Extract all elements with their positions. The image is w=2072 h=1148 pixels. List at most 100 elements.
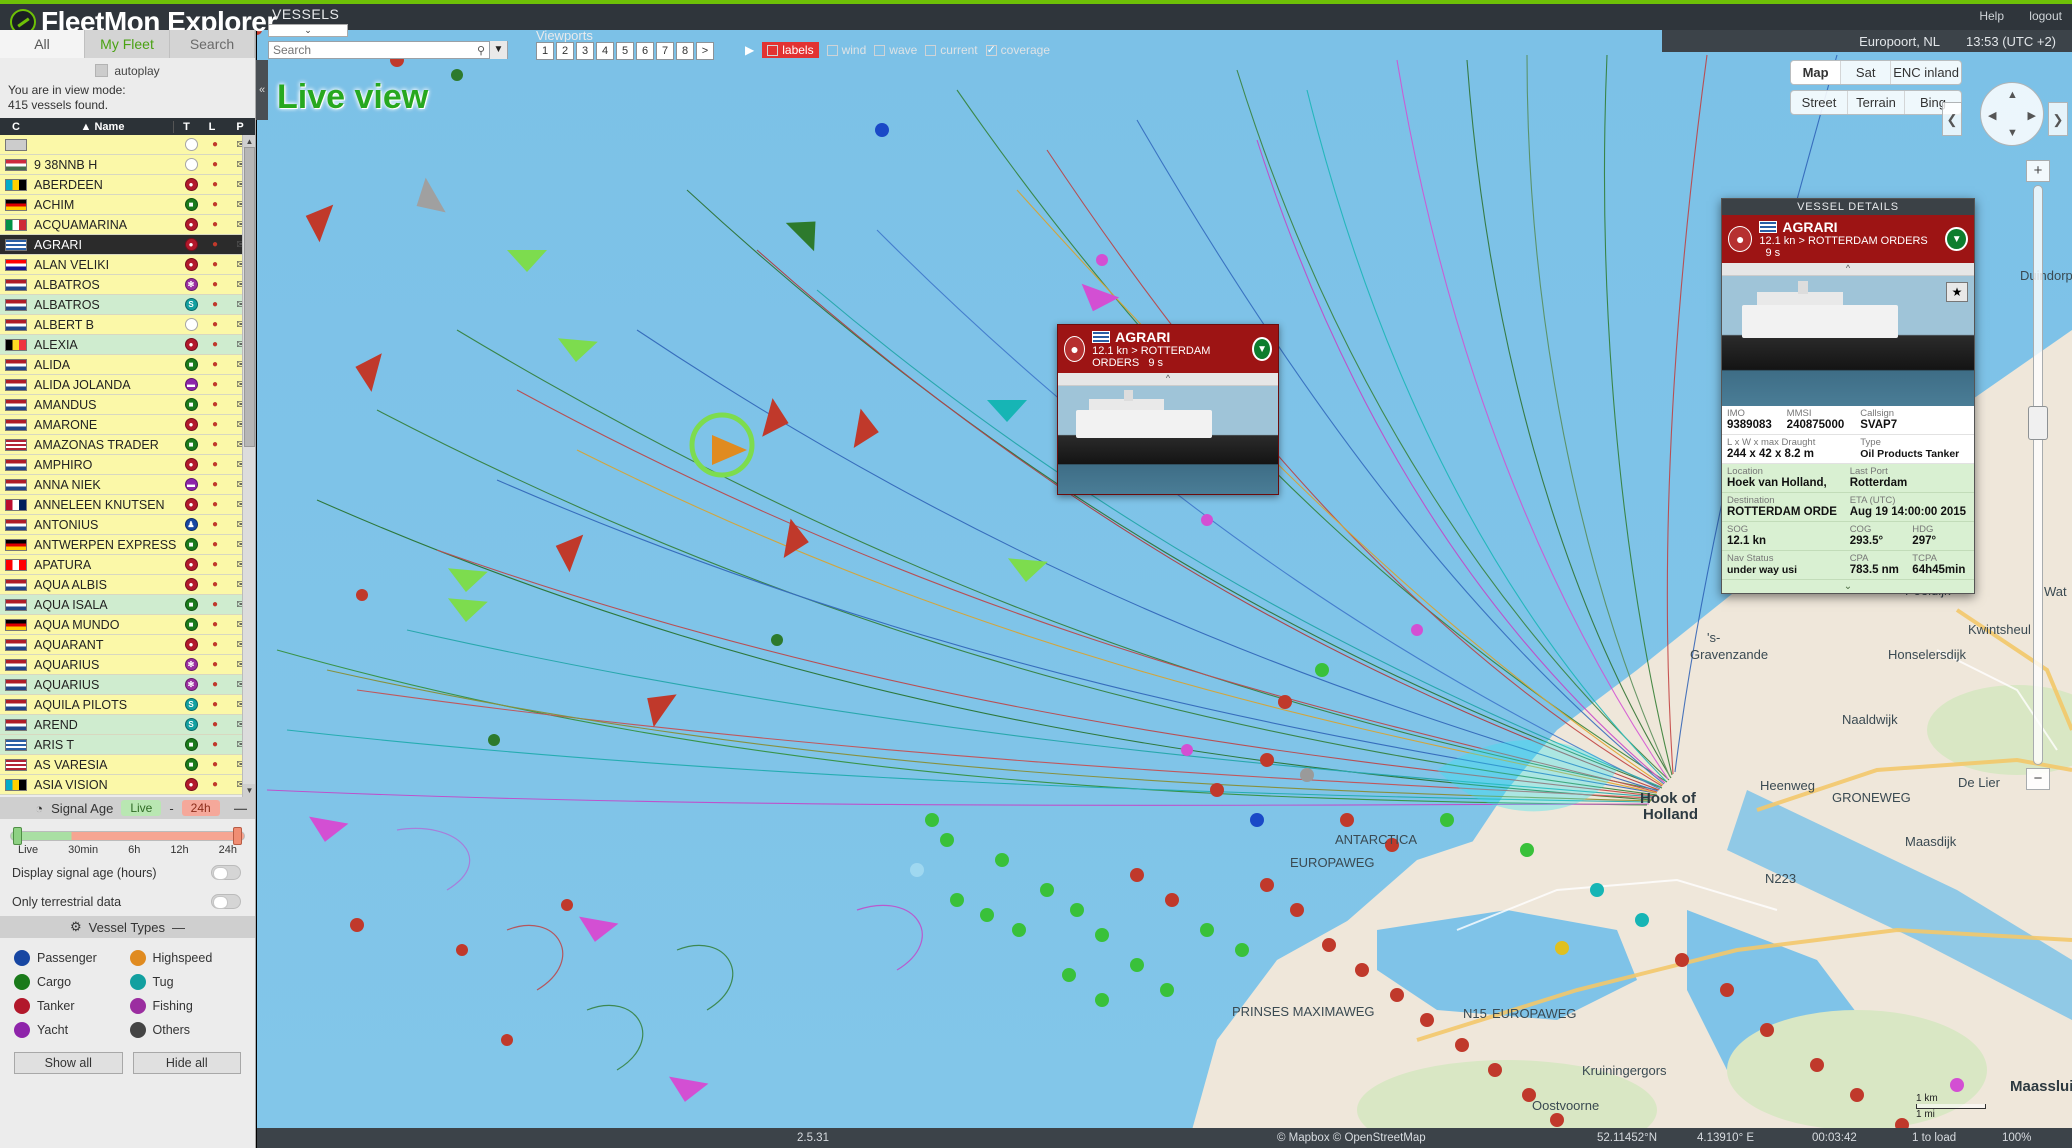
- vessel-list-header[interactable]: C ▲ Name T L P: [0, 118, 255, 135]
- vessel-type-fishing[interactable]: Fishing: [129, 998, 242, 1014]
- vessel-type-icon[interactable]: ■: [179, 398, 203, 411]
- vessel-list-row[interactable]: AS VARESIA ■ ● ✉: [0, 755, 255, 775]
- toggle-display-signal-age[interactable]: Display signal age (hours): [0, 858, 255, 887]
- vessel-list-row[interactable]: AQUARIUS ✻ ● ✉: [0, 655, 255, 675]
- map-mode-switcher[interactable]: Map Sat ENC inland Street Terrain Bing: [1790, 60, 1962, 120]
- checkbox-icon[interactable]: [925, 44, 937, 56]
- toggle-only-terrestrial[interactable]: Only terrestrial data: [0, 887, 255, 916]
- layer-toggle-wind[interactable]: wind: [826, 43, 866, 57]
- vessel-link-icon[interactable]: ●: [203, 299, 227, 310]
- signal-age-to[interactable]: 24h: [181, 800, 220, 816]
- vessel-type-icon[interactable]: ✻: [179, 658, 203, 671]
- vessel-type-icon[interactable]: ✻: [179, 278, 203, 291]
- vessel-type-icon[interactable]: [179, 158, 203, 171]
- vessel-link-icon[interactable]: ●: [203, 499, 227, 510]
- vessel-link-icon[interactable]: ●: [203, 579, 227, 590]
- column-header-l[interactable]: L: [199, 121, 225, 133]
- zoom-control[interactable]: + −: [2026, 160, 2050, 790]
- vessel-list-row[interactable]: AMPHIRO ● ● ✉: [0, 455, 255, 475]
- vessel-type-others[interactable]: Others: [129, 1022, 242, 1038]
- viewport-button-1[interactable]: 1: [536, 42, 554, 60]
- vessel-type-highspeed[interactable]: Highspeed: [129, 950, 242, 966]
- vessel-details-expand-toggle[interactable]: ⌄: [1722, 580, 1974, 593]
- vessel-list[interactable]: ● ✉ 9 38NNB H ● ✉ ABERDEEN ● ● ✉ ACHIM ■ ● ✉ ACQUAMAR…: [0, 135, 255, 797]
- vessel-type-icon[interactable]: ●: [179, 178, 203, 191]
- vessel-list-row[interactable]: AQUA ALBIS ● ● ✉: [0, 575, 255, 595]
- vessel-details-collapse-toggle[interactable]: ^: [1722, 263, 1974, 276]
- vessel-link-icon[interactable]: ●: [203, 759, 227, 770]
- vessel-link-icon[interactable]: ●: [203, 139, 227, 150]
- vessel-list-row[interactable]: ANNA NIEK ▬ ● ✉: [0, 475, 255, 495]
- vessel-type-icon[interactable]: S: [179, 698, 203, 711]
- vessel-link-icon[interactable]: ●: [203, 319, 227, 330]
- vessel-link-icon[interactable]: ●: [203, 779, 227, 790]
- tab-search[interactable]: Search: [170, 30, 255, 58]
- map-mode-street[interactable]: Street: [1791, 91, 1848, 114]
- vessel-list-row[interactable]: ACHIM ■ ● ✉: [0, 195, 255, 215]
- vessel-link-icon[interactable]: ●: [203, 339, 227, 350]
- vessel-type-icon[interactable]: ●: [179, 258, 203, 271]
- vessel-link-icon[interactable]: ●: [203, 239, 227, 250]
- vessel-link-icon[interactable]: ●: [203, 659, 227, 670]
- pan-right-button[interactable]: ❯: [2048, 102, 2068, 136]
- vessel-link-icon[interactable]: ●: [203, 699, 227, 710]
- viewport-button->[interactable]: >: [696, 42, 714, 60]
- vessel-type-icon[interactable]: ●: [179, 638, 203, 651]
- autoplay-row[interactable]: autoplay: [0, 58, 255, 80]
- map-layer-toggles[interactable]: ▶ labels wind wave current coverage: [745, 42, 1050, 58]
- vessel-type-tanker[interactable]: Tanker: [14, 998, 126, 1014]
- vessel-type-icon[interactable]: ●: [179, 238, 203, 251]
- vessel-list-row[interactable]: ANTWERPEN EXPRESS ■ ● ✉: [0, 535, 255, 555]
- vessel-list-row[interactable]: ANTONIUS ♟ ● ✉: [0, 515, 255, 535]
- callout-close-button[interactable]: ▼: [1252, 337, 1272, 361]
- layer-toggle-wave[interactable]: wave: [874, 43, 917, 57]
- map-mode-map[interactable]: Map: [1791, 61, 1842, 84]
- vessel-list-row[interactable]: AQUARIUS ✻ ● ✉: [0, 675, 255, 695]
- vessel-type-icon[interactable]: [179, 138, 203, 151]
- vessel-type-tug[interactable]: Tug: [129, 974, 242, 990]
- vessel-link-icon[interactable]: ●: [203, 179, 227, 190]
- vessel-list-row[interactable]: AGRARI ● ● ✉: [0, 235, 255, 255]
- vessel-link-icon[interactable]: ●: [203, 479, 227, 490]
- vessel-type-icon[interactable]: ●: [179, 558, 203, 571]
- checkbox-icon[interactable]: [767, 44, 779, 56]
- vessel-type-icon[interactable]: S: [179, 718, 203, 731]
- checkbox-icon[interactable]: [985, 43, 997, 56]
- vessel-link-icon[interactable]: ●: [203, 379, 227, 390]
- vessel-link-icon[interactable]: ●: [203, 559, 227, 570]
- vessel-type-icon[interactable]: [179, 318, 203, 331]
- vessel-list-scrollbar[interactable]: ▲ ▼: [242, 135, 255, 797]
- slider-knob-left[interactable]: [13, 827, 22, 845]
- vessel-details-panel[interactable]: VESSEL DETAILS ● AGRARI 12.1 kn > ROTTER…: [1721, 198, 1975, 594]
- vessel-type-icon[interactable]: ▬: [179, 378, 203, 391]
- vessel-type-icon[interactable]: ●: [179, 778, 203, 791]
- help-link[interactable]: Help: [1979, 9, 2004, 23]
- viewport-button-7[interactable]: 7: [656, 42, 674, 60]
- vessel-list-row[interactable]: 9 38NNB H ● ✉: [0, 155, 255, 175]
- vessels-dropdown[interactable]: ⌄: [268, 24, 348, 37]
- vessel-type-icon[interactable]: ■: [179, 758, 203, 771]
- vessel-list-row[interactable]: AQUA MUNDO ■ ● ✉: [0, 615, 255, 635]
- vessel-link-icon[interactable]: ●: [203, 679, 227, 690]
- vessel-search-box[interactable]: ⚲ ▼: [268, 41, 508, 59]
- vessel-link-icon[interactable]: ●: [203, 419, 227, 430]
- vessel-link-icon[interactable]: ●: [203, 399, 227, 410]
- column-header-p[interactable]: P: [225, 121, 255, 133]
- vessel-type-icon[interactable]: ■: [179, 618, 203, 631]
- vessel-list-row[interactable]: ACQUAMARINA ● ● ✉: [0, 215, 255, 235]
- vessel-type-icon[interactable]: ♟: [179, 518, 203, 531]
- vessel-list-row[interactable]: AQUA ISALA ■ ● ✉: [0, 595, 255, 615]
- column-header-name[interactable]: ▲ Name: [32, 121, 173, 133]
- tab-all[interactable]: All: [0, 30, 85, 58]
- callout-collapse-toggle[interactable]: ^: [1058, 373, 1278, 386]
- vessel-list-row[interactable]: ● ✉: [0, 135, 255, 155]
- vessel-callout-agrari[interactable]: ● AGRARI 12.1 kn > ROTTERDAM ORDERS 9 s …: [1057, 324, 1279, 495]
- vessel-link-icon[interactable]: ●: [203, 259, 227, 270]
- vessel-type-passenger[interactable]: Passenger: [14, 950, 126, 966]
- vessel-details-close-button[interactable]: ▼: [1945, 227, 1968, 251]
- vessel-link-icon[interactable]: ●: [203, 539, 227, 550]
- vessel-list-row[interactable]: ALAN VELIKI ● ● ✉: [0, 255, 255, 275]
- zoom-in-button[interactable]: +: [2026, 160, 2050, 182]
- vessel-list-row[interactable]: ALIDA ■ ● ✉: [0, 355, 255, 375]
- scrollbar-thumb[interactable]: [244, 147, 255, 447]
